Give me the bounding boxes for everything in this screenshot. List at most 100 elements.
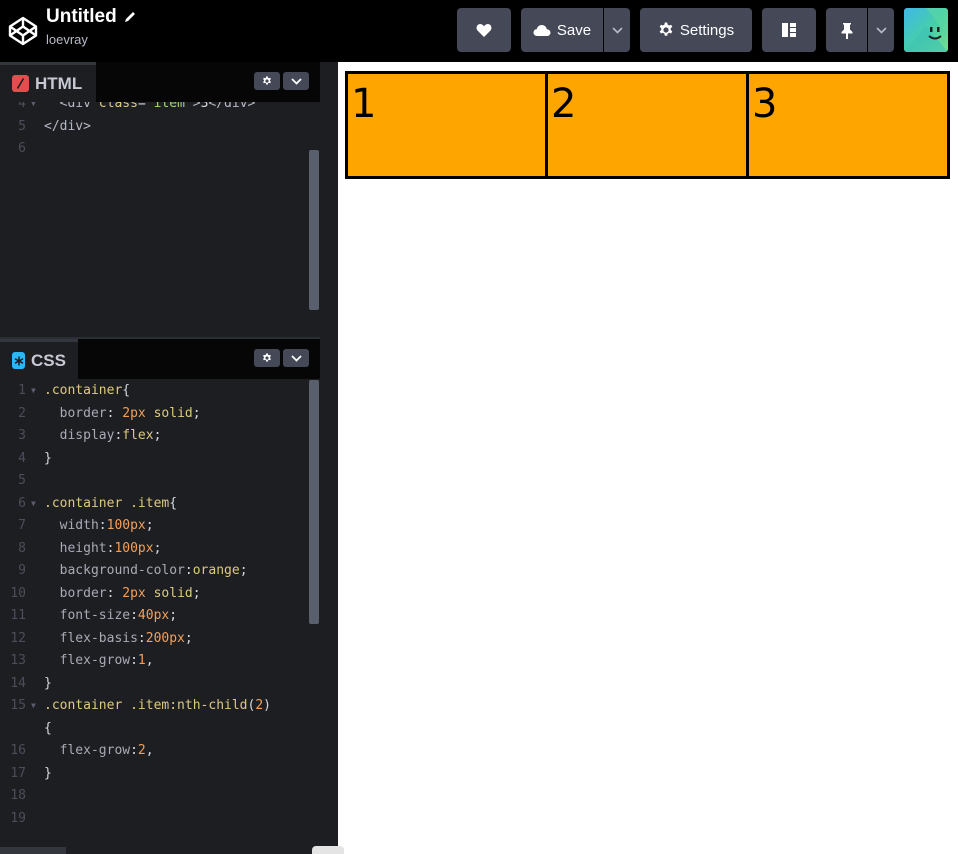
code-line[interactable]: 1 ▼ .container{	[0, 380, 308, 403]
code-text: width:100px;	[44, 518, 154, 533]
line-number: 8	[18, 540, 26, 556]
code-text: flex-grow:2,	[44, 743, 154, 758]
code-line[interactable]: 6 ▼ .container .item{	[0, 493, 308, 516]
result-preview: 1 2 3	[338, 62, 958, 854]
pen-title[interactable]: Untitled	[46, 6, 137, 28]
pen-title-text[interactable]: Untitled	[46, 6, 117, 28]
code-text: display:flex;	[44, 428, 162, 443]
fold-arrow-icon[interactable]: ▼	[31, 493, 36, 516]
line-number: 9	[18, 563, 26, 578]
code-line[interactable]: 19	[0, 808, 308, 831]
code-text: background-color:orange;	[44, 563, 248, 578]
line-number: 11	[10, 608, 26, 623]
line-number: 6	[18, 141, 26, 156]
heart-icon	[476, 23, 492, 37]
css-collapse-button[interactable]	[283, 349, 309, 367]
codepen-logo-icon[interactable]	[7, 15, 39, 47]
flex-item: 1	[348, 74, 548, 176]
code-text: </div>	[44, 118, 91, 134]
code-line[interactable]: 10 border: 2px solid;	[0, 583, 308, 606]
pen-author[interactable]: loevray	[46, 32, 137, 47]
css-asterisk-icon	[12, 352, 26, 369]
settings-button[interactable]: Settings	[640, 8, 752, 52]
chevron-down-icon	[290, 77, 302, 85]
line-number: 2	[18, 405, 26, 421]
tab-html-label: HTML	[35, 73, 83, 93]
line-number: 16	[10, 743, 26, 758]
html-settings-button[interactable]	[254, 72, 280, 90]
flex-item: 3	[749, 74, 947, 176]
line-number: 10	[10, 585, 26, 601]
css-settings-button[interactable]	[254, 349, 280, 367]
fold-arrow-icon[interactable]: ▼	[31, 695, 36, 718]
code-line[interactable]: 2 border: 2px solid;	[0, 403, 308, 426]
console-strip	[0, 847, 66, 854]
code-line[interactable]: 5 </div>	[0, 116, 308, 139]
code-text: }	[44, 765, 52, 781]
tab-css[interactable]: CSS	[0, 339, 78, 379]
code-line[interactable]: 7 width:100px;	[0, 515, 308, 538]
avatar-face-icon	[904, 8, 948, 52]
line-number: 1	[18, 383, 26, 398]
code-text: }	[44, 675, 52, 691]
code-line[interactable]: 11 font-size:40px;	[0, 605, 308, 628]
code-line[interactable]: 9 background-color:orange;	[0, 560, 308, 583]
code-line[interactable]: 4}	[0, 448, 308, 471]
code-text: border: 2px solid;	[44, 405, 201, 421]
code-text: .container .item:nth-child(2)	[44, 698, 271, 713]
gear-icon	[263, 76, 271, 85]
code-text: flex-basis:200px;	[44, 630, 193, 646]
line-number: 5	[18, 473, 26, 488]
preview-resize-handle[interactable]	[312, 846, 344, 854]
change-view-button[interactable]	[762, 8, 816, 52]
html-panel-header: HTML	[0, 62, 320, 102]
css-code-editor[interactable]: 1 ▼ .container{2 border: 2px solid; 3 displ…	[0, 380, 308, 846]
html-collapse-button[interactable]	[283, 72, 309, 90]
save-label: Save	[556, 21, 592, 39]
code-line[interactable]: 17}	[0, 763, 308, 786]
chevron-down-icon	[875, 26, 887, 34]
tab-html[interactable]: HTML	[0, 62, 96, 102]
editor-column: HTML 4 ▼ <div class="item">3</div> 5 </div>…	[0, 62, 338, 854]
pencil-icon[interactable]	[123, 10, 137, 24]
pin-dropdown-button[interactable]	[868, 8, 894, 52]
code-text: }	[44, 450, 52, 466]
flex-item: 2	[548, 74, 749, 176]
pin-icon	[841, 22, 852, 39]
code-text: .container .item{	[44, 495, 178, 511]
code-line[interactable]: 18	[0, 785, 308, 808]
fold-arrow-icon[interactable]: ▼	[31, 380, 36, 403]
code-line[interactable]: 5	[0, 470, 308, 493]
love-button[interactable]	[457, 8, 511, 52]
code-line[interactable]: 8 height:100px;	[0, 538, 308, 561]
save-dropdown-button[interactable]	[604, 8, 630, 52]
line-number: 18	[10, 788, 26, 803]
html-editor-scrollbar[interactable]	[309, 150, 319, 310]
line-number: 15	[10, 698, 26, 713]
line-number: 3	[18, 428, 26, 443]
code-line[interactable]: 15 ▼ .container .item:nth-child(2)	[0, 695, 308, 718]
user-avatar[interactable]	[904, 8, 948, 52]
tab-css-label: CSS	[31, 350, 66, 370]
line-number: 4	[18, 450, 26, 466]
html-code-editor[interactable]: 4 ▼ <div class="item">3</div> 5 </div> 6	[0, 102, 308, 339]
code-line[interactable]: 12 flex-basis:200px;	[0, 628, 308, 651]
pin-button[interactable]	[826, 8, 867, 52]
code-line[interactable]: 6	[0, 138, 308, 161]
line-number: 13	[10, 653, 26, 668]
gear-icon	[659, 22, 673, 36]
code-line[interactable]: 16 flex-grow:2,	[0, 740, 308, 763]
code-line[interactable]: 14}	[0, 673, 308, 696]
line-number: 5	[18, 118, 26, 134]
css-editor-scrollbar[interactable]	[309, 380, 319, 624]
code-line[interactable]: 3 display:flex;	[0, 425, 308, 448]
line-number: 19	[10, 810, 26, 826]
save-button[interactable]: Save	[521, 8, 603, 52]
code-line[interactable]: {	[0, 718, 308, 741]
top-header: Untitled loevray Save Settings	[0, 0, 958, 62]
settings-label: Settings	[679, 21, 735, 39]
code-line[interactable]: 13 flex-grow:1,	[0, 650, 308, 673]
line-number: 12	[10, 630, 26, 646]
cloud-icon	[533, 25, 551, 36]
chevron-down-icon	[290, 354, 302, 362]
